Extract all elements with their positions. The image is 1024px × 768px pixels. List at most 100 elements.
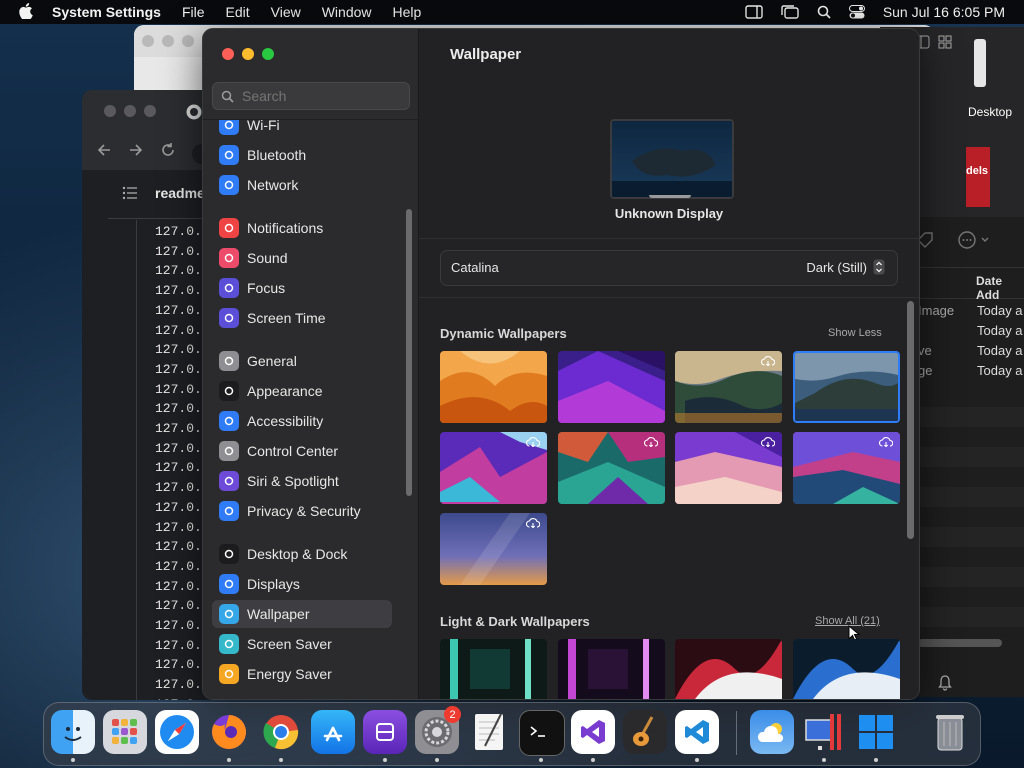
dock-garageband-icon[interactable] — [623, 710, 667, 754]
app-label: dels — [966, 165, 989, 177]
dock-weather-icon[interactable] — [750, 710, 794, 754]
more-options-icon[interactable] — [958, 231, 992, 249]
horizontal-scrollbar[interactable] — [918, 639, 1002, 647]
bell-icon[interactable] — [938, 675, 952, 691]
sidebar-scrollbar[interactable] — [406, 209, 412, 496]
code-line: 127.0. — [155, 657, 202, 673]
sidebar-item-screen-time[interactable]: Screen Time — [212, 304, 392, 332]
list-item[interactable]: Today a — [918, 323, 1024, 343]
download-cloud-icon[interactable] — [761, 437, 775, 447]
sidebar-item-accessibility[interactable]: Accessibility — [212, 407, 392, 435]
editor-tab-title[interactable]: readme — [155, 185, 205, 201]
sidebar-item-notifications[interactable]: Notifications — [212, 214, 392, 242]
sidebar-item-energy-saver[interactable]: Energy Saver — [212, 660, 392, 688]
search-field[interactable] — [212, 82, 410, 110]
dock-textedit-icon[interactable] — [467, 710, 511, 754]
menu-window[interactable]: Window — [322, 4, 372, 20]
window-close-button[interactable] — [104, 105, 116, 117]
reload-icon[interactable] — [160, 142, 176, 158]
dock-windows-icon[interactable] — [854, 710, 898, 754]
window-close-button[interactable] — [222, 48, 234, 60]
file-icon[interactable] — [974, 39, 986, 87]
download-cloud-icon[interactable] — [879, 437, 893, 447]
wallpaper-thumbnail-light-dark-4[interactable] — [793, 639, 900, 699]
window-minimize-button[interactable] — [124, 105, 136, 117]
wallpaper-thumbnail-abstract-2[interactable] — [558, 432, 665, 504]
outline-list-icon[interactable] — [122, 186, 138, 200]
sidebar-item-displays[interactable]: Displays — [212, 570, 392, 598]
menubar-clock[interactable]: Sun Jul 16 6:05 PM — [883, 4, 1005, 20]
wallpaper-thumbnail-abstract-1[interactable] — [440, 432, 547, 504]
show-less-button[interactable]: Show Less — [828, 327, 882, 339]
download-cloud-icon[interactable] — [644, 437, 658, 447]
stage-manager-icon[interactable] — [781, 5, 799, 19]
dock-terminal-icon[interactable] — [519, 710, 565, 756]
dock-launchpad-icon[interactable] — [103, 710, 147, 754]
back-arrow-icon[interactable] — [96, 142, 112, 158]
control-center-icon[interactable] — [848, 5, 865, 19]
menu-help[interactable]: Help — [393, 4, 422, 20]
search-input[interactable] — [240, 87, 404, 105]
apple-menu-icon[interactable] — [0, 2, 52, 22]
dock-trash-icon[interactable] — [928, 710, 972, 754]
sidebar-item-wi-fi[interactable]: Wi-Fi — [212, 120, 392, 139]
content-scrollbar[interactable] — [907, 301, 914, 539]
wallpaper-thumbnail-abstract-3[interactable] — [675, 432, 782, 504]
download-cloud-icon[interactable] — [526, 518, 540, 528]
window-minimize-button[interactable] — [242, 48, 254, 60]
sidebar-item-screen-saver[interactable]: Screen Saver — [212, 630, 392, 658]
forward-arrow-icon[interactable] — [128, 142, 144, 158]
sidebar-item-general[interactable]: General — [212, 347, 392, 375]
menu-view[interactable]: View — [271, 4, 301, 20]
wallpaper-thumbnail-light-dark-2[interactable] — [558, 639, 665, 699]
wallpaper-thumbnail-light-dark-3[interactable] — [675, 639, 782, 699]
dock-visual-studio-icon[interactable] — [571, 710, 615, 754]
appearance-mode-select[interactable]: Dark (Still) — [806, 259, 885, 275]
window-zoom-button[interactable] — [182, 35, 194, 47]
list-item[interactable]: ge Today a — [918, 363, 1024, 383]
wallpaper-thumbnail-abstract-4[interactable] — [793, 432, 900, 504]
dock-parallels-icon[interactable] — [802, 710, 846, 754]
wallpaper-thumbnail-light-dark-1[interactable] — [440, 639, 547, 699]
dock-finder-icon[interactable] — [51, 710, 95, 754]
wallpaper-thumbnail-monterey[interactable] — [558, 351, 665, 423]
wallpaper-thumbnail-catalina[interactable] — [793, 351, 900, 423]
dock-vscode-icon[interactable] — [675, 710, 719, 754]
dock-safari-icon[interactable] — [155, 710, 199, 754]
sidebar-item-privacy-security[interactable]: Privacy & Security — [212, 497, 392, 525]
dock-app-store-icon[interactable] — [311, 710, 355, 754]
wallpaper-thumbnail-gradient[interactable] — [440, 513, 547, 585]
menu-file[interactable]: File — [182, 4, 205, 20]
sidebar-item-bluetooth[interactable]: Bluetooth — [212, 141, 392, 169]
wallpaper-thumbnail-big-sur-coast[interactable] — [675, 351, 782, 423]
sidebar-item-appearance[interactable]: Appearance — [212, 377, 392, 405]
settings-sidebar: Wi-Fi Bluetooth Network Notifications Sound F… — [203, 29, 419, 699]
menu-edit[interactable]: Edit — [226, 4, 250, 20]
display-preview[interactable] — [610, 119, 734, 199]
sidebar-item-desktop-dock[interactable]: Desktop & Dock — [212, 540, 392, 568]
sidebar-item-wallpaper[interactable]: Wallpaper — [212, 600, 392, 628]
sidebar-item-siri-spotlight[interactable]: Siri & Spotlight — [212, 467, 392, 495]
sidebar-item-focus[interactable]: Focus — [212, 274, 392, 302]
window-close-button[interactable] — [142, 35, 154, 47]
app-menu[interactable]: System Settings — [52, 4, 161, 20]
grid-view-icon[interactable] — [938, 35, 952, 49]
app-icon[interactable] — [966, 147, 990, 207]
dock-storage-app-icon[interactable] — [363, 710, 407, 754]
sidebar-item-sound[interactable]: Sound — [212, 244, 392, 272]
wallpaper-thumbnail-ventura[interactable] — [440, 351, 547, 423]
column-header-date[interactable]: Date Add — [976, 274, 1024, 302]
sidebar-toggle-icon[interactable] — [745, 5, 763, 19]
sidebar-item-control-center[interactable]: Control Center — [212, 437, 392, 465]
window-zoom-button[interactable] — [262, 48, 274, 60]
window-zoom-button[interactable] — [144, 105, 156, 117]
download-cloud-icon[interactable] — [761, 356, 775, 366]
sidebar-item-network[interactable]: Network — [212, 171, 392, 199]
window-minimize-button[interactable] — [162, 35, 174, 47]
list-item[interactable]: ve Today a — [918, 343, 1024, 363]
dock-firefox-icon[interactable] — [207, 710, 251, 754]
dock-chrome-icon[interactable] — [259, 710, 303, 754]
list-item[interactable]: Image Today a — [918, 303, 1024, 323]
download-cloud-icon[interactable] — [526, 437, 540, 447]
search-icon[interactable] — [817, 5, 831, 19]
